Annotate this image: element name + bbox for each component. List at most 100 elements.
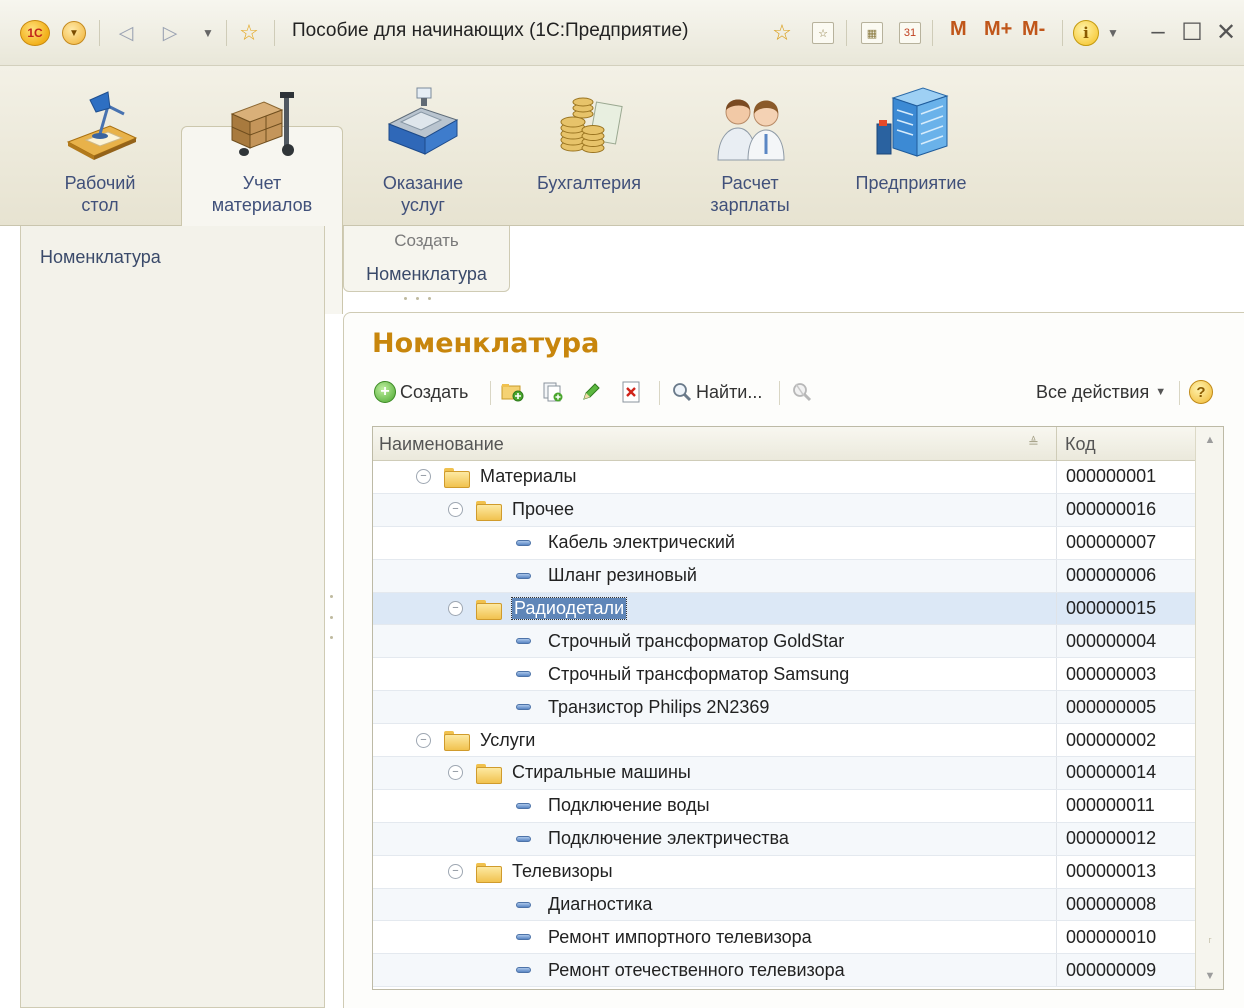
favorites-star-icon[interactable]: ☆ <box>238 20 260 45</box>
cell-name: Кабель электрический <box>373 527 1056 559</box>
table-row[interactable]: Ремонт отечественного телевизора 00000000… <box>373 954 1196 988</box>
minimize-button[interactable]: – <box>1145 17 1171 47</box>
close-button[interactable]: ✕ <box>1213 17 1239 47</box>
collapse-toggle-icon[interactable]: − <box>448 601 463 616</box>
app-logo-icon[interactable]: 1С <box>20 20 50 46</box>
table-row[interactable]: Транзистор Philips 2N2369 000000005 <box>373 691 1196 725</box>
folder-add-icon <box>501 380 525 404</box>
scroll-thumb[interactable]: ᴦ <box>1200 925 1220 955</box>
help-button[interactable]: ? <box>1189 375 1213 409</box>
mark-delete-button[interactable] <box>619 375 643 409</box>
table-row[interactable]: Диагностика 000000008 <box>373 888 1196 922</box>
section-enterprise[interactable]: Предприятие <box>852 84 970 194</box>
scroll-down-icon[interactable]: ▼ <box>1196 963 1223 989</box>
pencil-icon <box>579 380 603 404</box>
memory-m-plus-button[interactable]: M+ <box>984 18 1012 41</box>
row-name-text: Транзистор Philips 2N2369 <box>548 696 770 717</box>
actions-panel: Создать Номенклатура <box>343 226 510 292</box>
form-title: Номенклатура <box>372 328 600 359</box>
folder-icon <box>476 599 502 620</box>
table-row[interactable]: Шланг резиновый 000000006 <box>373 559 1196 593</box>
table-row[interactable]: − Услуги 000000002 <box>373 724 1196 758</box>
table-row[interactable]: Подключение воды 000000011 <box>373 789 1196 823</box>
panel-splitter-handle[interactable] <box>330 595 336 639</box>
table-row[interactable]: Кабель электрический 000000007 <box>373 526 1196 560</box>
people-icon <box>710 84 790 164</box>
table-header: Наименование ≜ Код <box>373 427 1196 461</box>
column-header-name[interactable]: Наименование <box>379 434 504 455</box>
info-icon[interactable]: i <box>1073 20 1099 46</box>
table-row[interactable]: Строчный трансформатор Samsung 000000003 <box>373 658 1196 692</box>
cancel-search-icon <box>790 380 814 404</box>
sections-panel: Рабочий стол Учет материалов Оказание ус… <box>0 66 1244 314</box>
row-name-text: Услуги <box>480 729 536 750</box>
table-row[interactable]: − Прочее 000000016 <box>373 493 1196 527</box>
section-materials[interactable]: Учет материалов <box>200 84 324 216</box>
actions-splitter-handle[interactable] <box>404 297 431 300</box>
create-group-button[interactable] <box>501 375 525 409</box>
magnifier-icon <box>670 380 694 404</box>
vertical-scrollbar[interactable]: ▲ ᴦ ▼ <box>1195 427 1223 989</box>
nav-item-nomenclature[interactable]: Номенклатура <box>40 247 161 268</box>
calendar-icon[interactable]: 31 <box>899 22 921 44</box>
add-to-favorites-icon[interactable]: ☆ <box>771 20 793 45</box>
action-create-nomenclature[interactable]: Номенклатура <box>344 264 509 285</box>
back-icon[interactable]: ◁ <box>115 22 137 44</box>
table-row[interactable]: − Телевизоры 000000013 <box>373 855 1196 889</box>
coins-icon <box>549 84 629 164</box>
table-row[interactable]: Ремонт импортного телевизора 000000010 <box>373 921 1196 955</box>
section-label: Предприятие <box>855 173 967 193</box>
column-header-code[interactable]: Код <box>1065 434 1096 455</box>
scroll-up-icon[interactable]: ▲ <box>1196 427 1223 453</box>
section-accounting[interactable]: Бухгалтерия <box>527 84 651 194</box>
table-row[interactable]: Подключение электричества 000000012 <box>373 822 1196 856</box>
folder-icon <box>476 500 502 521</box>
folder-icon <box>476 763 502 784</box>
cell-code: 000000013 <box>1056 855 1196 888</box>
calculator-icon[interactable]: ▦ <box>861 22 883 44</box>
link-icon[interactable]: ☆ <box>812 22 834 44</box>
info-dropdown-icon[interactable]: ▼ <box>1102 22 1124 44</box>
row-name-text: Строчный трансформатор GoldStar <box>548 630 845 651</box>
find-button[interactable]: Найти... <box>670 375 762 409</box>
memory-m-minus-button[interactable]: M- <box>1022 18 1045 41</box>
section-payroll[interactable]: Расчет зарплаты <box>690 84 810 216</box>
row-name-text: Прочее <box>512 499 574 520</box>
maximize-button[interactable]: ☐ <box>1179 17 1205 47</box>
cancel-search-button[interactable] <box>790 375 814 409</box>
cell-name: Подключение воды <box>373 790 1056 822</box>
section-services[interactable]: Оказание услуг <box>365 84 481 216</box>
collapse-toggle-icon[interactable]: − <box>448 864 463 880</box>
table-row[interactable]: − Стиральные машины 000000014 <box>373 757 1196 790</box>
element-icon <box>516 901 531 908</box>
cell-name: − Телевизоры <box>373 856 1056 888</box>
table-row[interactable]: − Материалы 000000001 <box>373 461 1196 494</box>
main-menu-icon[interactable]: ▼ <box>62 21 86 45</box>
history-dropdown-icon[interactable]: ▼ <box>197 22 219 44</box>
all-actions-menu[interactable]: Все действия ▼ <box>1036 375 1166 409</box>
collapse-toggle-icon[interactable]: − <box>416 732 431 748</box>
cell-name: Строчный трансформатор Samsung <box>373 658 1056 690</box>
cell-name: Ремонт отечественного телевизора <box>373 954 1056 986</box>
copy-button[interactable] <box>541 375 565 409</box>
cell-code: 000000014 <box>1056 757 1196 789</box>
collapse-toggle-icon[interactable]: − <box>448 502 463 518</box>
element-icon <box>516 539 531 546</box>
table-row[interactable]: − Радиодетали 000000015 <box>373 592 1196 626</box>
cell-code: 000000009 <box>1056 954 1196 987</box>
find-button-label: Найти... <box>696 381 763 402</box>
memory-m-button[interactable]: M <box>950 18 967 41</box>
chevron-down-icon: ▼ <box>1155 386 1167 398</box>
table-row[interactable]: Строчный трансформатор GoldStar 000000004 <box>373 625 1196 659</box>
forward-icon[interactable]: ▷ <box>159 22 181 44</box>
cell-name: − Услуги <box>373 724 1056 756</box>
actions-header: Создать <box>394 231 459 250</box>
edit-button[interactable] <box>579 375 603 409</box>
collapse-toggle-icon[interactable]: − <box>416 469 431 485</box>
cell-code: 000000016 <box>1056 493 1196 526</box>
section-desktop[interactable]: Рабочий стол <box>42 84 158 216</box>
element-icon <box>516 572 531 579</box>
collapse-toggle-icon[interactable]: − <box>448 765 463 781</box>
create-button[interactable]: + Создать <box>374 375 468 409</box>
cell-code: 000000011 <box>1056 789 1196 822</box>
